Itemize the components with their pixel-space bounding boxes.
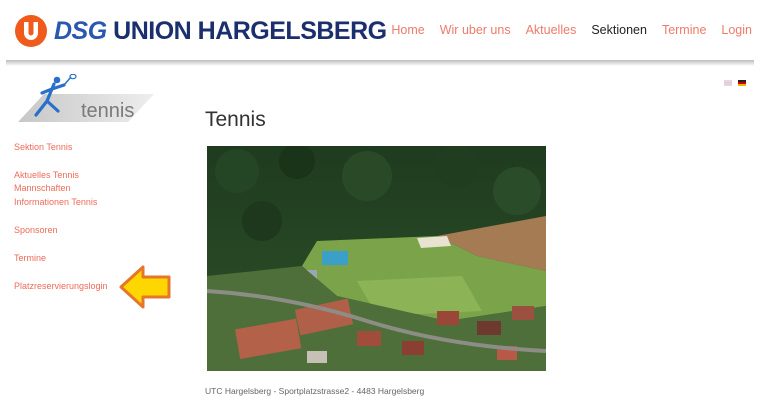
main-nav: Home Wir uber uns Aktuelles Sektionen Te… <box>391 23 752 37</box>
sidebar-item-mannschaften[interactable]: Mannschaften <box>14 183 71 193</box>
nav-wir-uber-uns[interactable]: Wir uber uns <box>440 23 511 37</box>
language-switcher <box>724 80 746 86</box>
flag-de-icon[interactable] <box>738 80 746 86</box>
tennis-section-logo: tennis <box>18 74 154 122</box>
sidebar-item-informationen-tennis[interactable]: Informationen Tennis <box>14 197 97 207</box>
nav-login[interactable]: Login <box>721 23 752 37</box>
nav-sektionen[interactable]: Sektionen <box>591 23 647 37</box>
sidebar-item-aktuelles-tennis[interactable]: Aktuelles Tennis <box>14 170 79 180</box>
nav-termine[interactable]: Termine <box>662 23 706 37</box>
nav-aktuelles[interactable]: Aktuelles <box>526 23 577 37</box>
sidebar-item-sektion-tennis[interactable]: Sektion Tennis <box>14 142 72 152</box>
site-header: DSG UNION HARGELSBERG Home Wir uber uns … <box>0 0 760 62</box>
union-u-logo-icon <box>15 15 47 47</box>
flag-en-icon[interactable] <box>724 80 732 86</box>
brand-title: UNION HARGELSBERG <box>113 16 387 45</box>
nav-home[interactable]: Home <box>391 23 424 37</box>
aerial-photo <box>207 146 546 371</box>
yellow-arrow-left-icon <box>119 265 171 309</box>
sidebar-item-platzreservierungslogin[interactable]: Platzreservierungslogin <box>14 281 108 291</box>
header-divider <box>6 60 754 66</box>
site-logo[interactable]: DSG UNION HARGELSBERG <box>14 14 387 48</box>
photo-caption: UTC Hargelsberg - Sportplatzstrasse2 - 4… <box>205 386 425 396</box>
sidebar-item-termine[interactable]: Termine <box>14 253 46 263</box>
tennis-logo-label: tennis <box>81 100 134 122</box>
page-title: Tennis <box>205 108 266 131</box>
brand-prefix: DSG <box>54 16 107 45</box>
brand-name: DSG UNION HARGELSBERG <box>54 17 387 46</box>
sidebar-item-sponsoren[interactable]: Sponsoren <box>14 225 58 235</box>
